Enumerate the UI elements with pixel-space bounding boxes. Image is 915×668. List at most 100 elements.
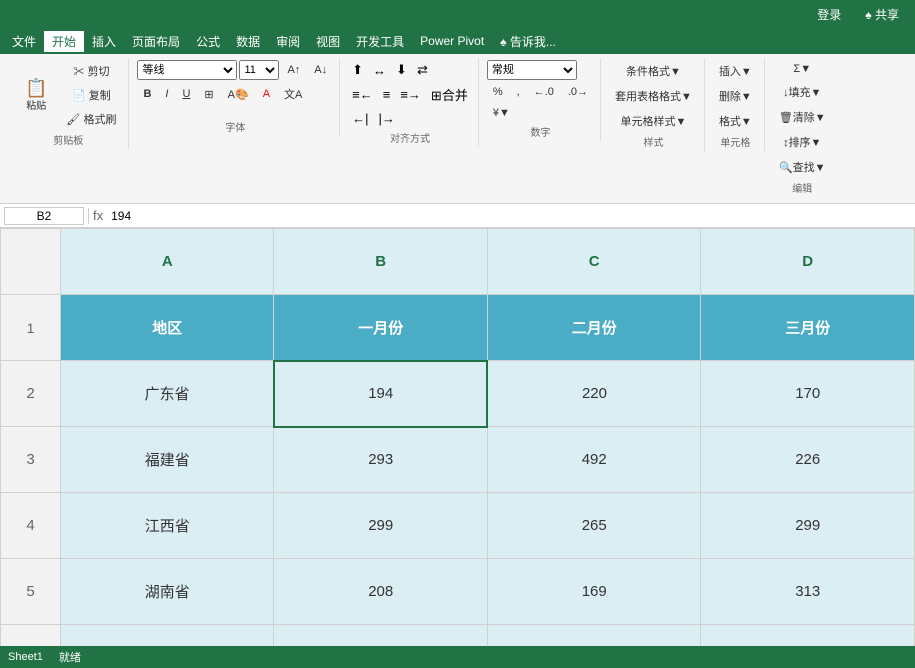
- menu-formula[interactable]: 公式: [188, 31, 228, 52]
- border-button[interactable]: ⊞: [198, 85, 219, 104]
- clipboard-label: 剪贴板: [53, 132, 83, 147]
- paste-button[interactable]: 📋 粘贴: [18, 74, 54, 117]
- ribbon-group-alignment: ⬆ ↔ ⬇ ⇄ ≡← ≡ ≡→ ⊞合并 ←| |→ 对齐方式: [342, 58, 479, 147]
- cell-C4[interactable]: 265: [487, 493, 700, 559]
- cell-C1[interactable]: 二月份: [487, 295, 700, 361]
- decrease-decimal-button[interactable]: ←.0: [528, 83, 560, 101]
- cell-B4[interactable]: 299: [274, 493, 487, 559]
- col-header-C[interactable]: C: [487, 229, 700, 295]
- delete-cell-button[interactable]: 删除▼: [713, 85, 758, 107]
- cond-format-button[interactable]: 条件格式▼: [609, 60, 698, 82]
- font-name-select[interactable]: 等线: [137, 60, 237, 80]
- wenfont-button[interactable]: 文A: [278, 83, 308, 105]
- cell-C6[interactable]: 443: [487, 625, 700, 647]
- menu-review[interactable]: 审阅: [268, 31, 308, 52]
- number-format-select[interactable]: 常规: [487, 60, 577, 80]
- cell-D6[interactable]: 281: [701, 625, 915, 647]
- cell-C3[interactable]: 492: [487, 427, 700, 493]
- menu-developer[interactable]: 开发工具: [348, 31, 412, 52]
- row-number-6[interactable]: 6: [1, 625, 61, 647]
- cell-B2[interactable]: 194: [274, 361, 487, 427]
- align-bottom-button[interactable]: ⬇: [392, 60, 411, 80]
- insert-cell-button[interactable]: 插入▼: [713, 60, 758, 82]
- col-header-B[interactable]: B: [274, 229, 487, 295]
- table-row: 3福建省293492226: [1, 427, 915, 493]
- cell-style-button[interactable]: 单元格样式▼: [609, 110, 698, 132]
- cell-A1[interactable]: 地区: [61, 295, 274, 361]
- align-right-button[interactable]: ≡→: [396, 85, 425, 104]
- italic-button[interactable]: I: [159, 85, 174, 103]
- fill-color-button[interactable]: A🎨: [222, 85, 255, 104]
- formula-input[interactable]: [107, 208, 911, 224]
- row-number-5[interactable]: 5: [1, 559, 61, 625]
- indent-increase-button[interactable]: |→: [375, 109, 399, 128]
- share-button[interactable]: ♠ 共享: [857, 4, 907, 25]
- menu-insert[interactable]: 插入: [84, 31, 124, 52]
- cell-D1[interactable]: 三月份: [701, 295, 915, 361]
- cell-A2[interactable]: 广东省: [61, 361, 274, 427]
- cell-A6[interactable]: 湖北省: [61, 625, 274, 647]
- fill-button[interactable]: ↓填充▼: [777, 81, 827, 103]
- cell-reference-input[interactable]: [4, 207, 84, 225]
- clear-button[interactable]: 🗑清除▼: [773, 106, 832, 128]
- cell-A5[interactable]: 湖南省: [61, 559, 274, 625]
- cell-B3[interactable]: 293: [274, 427, 487, 493]
- wrap-text-button[interactable]: ⇄: [413, 60, 432, 80]
- cell-C5[interactable]: 169: [487, 559, 700, 625]
- menu-tellme[interactable]: ♠ 告诉我...: [492, 31, 564, 52]
- bold-button[interactable]: B: [137, 85, 157, 103]
- cell-D5[interactable]: 313: [701, 559, 915, 625]
- cell-D3[interactable]: 226: [701, 427, 915, 493]
- align-top-button[interactable]: ⬆: [348, 60, 367, 80]
- comma-button[interactable]: ,: [511, 83, 526, 101]
- copy-button[interactable]: 📄 复制: [60, 84, 122, 106]
- row-number-2[interactable]: 2: [1, 361, 61, 427]
- align-center-button[interactable]: ≡: [379, 85, 395, 104]
- align-middle-button[interactable]: ↔: [369, 61, 390, 80]
- cell-D4[interactable]: 299: [701, 493, 915, 559]
- col-header-A[interactable]: A: [61, 229, 274, 295]
- menu-home[interactable]: 开始: [44, 31, 84, 52]
- menu-data[interactable]: 数据: [228, 31, 268, 52]
- table-row: 5湖南省208169313: [1, 559, 915, 625]
- editing-label: 编辑: [792, 180, 812, 195]
- sort-button[interactable]: ↕排序▼: [777, 131, 827, 153]
- menu-view[interactable]: 视图: [308, 31, 348, 52]
- font-shrink-button[interactable]: A↓: [308, 61, 333, 79]
- increase-decimal-button[interactable]: .0→: [562, 83, 594, 101]
- table-format-button[interactable]: 套用表格格式▼: [609, 85, 698, 107]
- format-cell-button[interactable]: 格式▼: [713, 110, 758, 132]
- font-size-select[interactable]: 11: [239, 60, 279, 80]
- table-row: 2广东省194220170: [1, 361, 915, 427]
- underline-button[interactable]: U: [176, 85, 196, 103]
- menu-pagelayout[interactable]: 页面布局: [124, 31, 188, 52]
- font-grow-button[interactable]: A↑: [281, 61, 306, 79]
- col-header-D[interactable]: D: [701, 229, 915, 295]
- cell-C2[interactable]: 220: [487, 361, 700, 427]
- login-button[interactable]: 登录: [809, 4, 849, 25]
- row-number-1[interactable]: 1: [1, 295, 61, 361]
- cut-button[interactable]: ✂ 剪切: [60, 60, 122, 82]
- menu-powerpivot[interactable]: Power Pivot: [412, 32, 492, 50]
- font-color-button[interactable]: A: [257, 85, 276, 103]
- find-button[interactable]: 🔍查找▼: [773, 156, 832, 178]
- row-number-4[interactable]: 4: [1, 493, 61, 559]
- status-ready: 就绪: [59, 649, 81, 665]
- cell-A4[interactable]: 江西省: [61, 493, 274, 559]
- menu-file[interactable]: 文件: [4, 31, 44, 52]
- sum-button[interactable]: Σ▼: [787, 60, 817, 78]
- cell-B1[interactable]: 一月份: [274, 295, 487, 361]
- cell-B6[interactable]: 277: [274, 625, 487, 647]
- sheet-tab[interactable]: Sheet1: [8, 651, 43, 663]
- cell-A3[interactable]: 福建省: [61, 427, 274, 493]
- format-painter-button[interactable]: 🖌 格式刷: [60, 108, 122, 130]
- cell-D2[interactable]: 170: [701, 361, 915, 427]
- currency-button[interactable]: ¥▼: [487, 104, 516, 122]
- merge-button[interactable]: ⊞合并: [427, 83, 472, 106]
- indent-decrease-button[interactable]: ←|: [348, 109, 372, 128]
- align-left-button[interactable]: ≡←: [348, 85, 377, 104]
- row-number-3[interactable]: 3: [1, 427, 61, 493]
- sheet-area: A B C D 1地区一月份二月份三月份2广东省1942201703福建省293…: [0, 228, 915, 646]
- cell-B5[interactable]: 208: [274, 559, 487, 625]
- percent-button[interactable]: %: [487, 83, 509, 101]
